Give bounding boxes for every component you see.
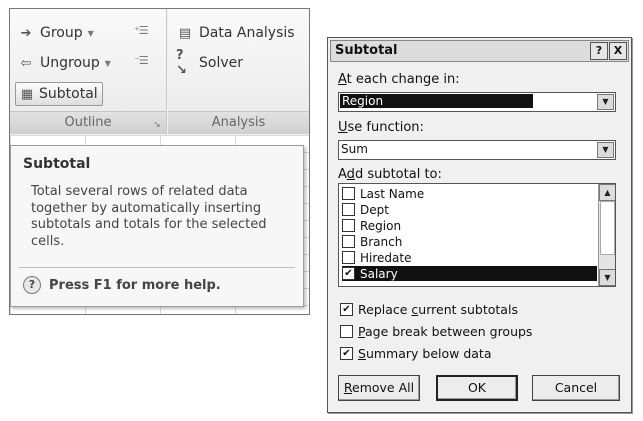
list-item-label: Dept: [360, 202, 389, 217]
subtotal-button[interactable]: ▦ Subtotal: [15, 82, 103, 106]
tooltip-body: Total several rows of related data toget…: [31, 184, 267, 249]
at-each-change-select[interactable]: Region ▼: [338, 92, 616, 112]
replace-subtotals-label: Replace current subtotals: [358, 302, 518, 317]
close-button[interactable]: X: [609, 42, 627, 60]
checkbox[interactable]: [342, 251, 355, 264]
subtotal-dialog: Subtotal ? X At each change in: Region ▼…: [327, 37, 632, 413]
outline-group-label: Outline: [10, 111, 166, 134]
chevron-down-icon[interactable]: ▼: [597, 142, 614, 158]
solver-label: Solver: [199, 55, 243, 71]
page-break-option[interactable]: Page break between groups: [340, 324, 532, 339]
checkbox[interactable]: [342, 235, 355, 248]
at-each-change-value: Region: [340, 94, 534, 108]
dialog-launcher-icon[interactable]: ↘: [152, 120, 162, 130]
use-function-value: Sum: [341, 142, 368, 156]
list-item-label: Last Name: [360, 186, 425, 201]
list-item[interactable]: Last Name: [342, 186, 597, 201]
group-arrow-icon: ➔: [20, 25, 32, 41]
use-function-select[interactable]: Sum ▼: [338, 140, 616, 160]
data-analysis-button[interactable]: ▤ Data Analysis: [176, 24, 295, 42]
scroll-down-icon[interactable]: ▼: [599, 269, 615, 286]
scroll-up-icon[interactable]: ▲: [599, 184, 615, 201]
list-scrollbar[interactable]: ▲ ▼: [598, 184, 615, 286]
data-analysis-icon: ▤: [178, 25, 192, 41]
ribbon-panel: ➔ Group ▼ ⁺☰ ⇦ Ungroup ▼ ⁻☰ ▦ Subtotal O…: [9, 8, 310, 315]
group-button[interactable]: ➔ Group ▼: [17, 24, 94, 42]
solver-button[interactable]: ?↘ Solver: [176, 48, 243, 78]
list-item[interactable]: Region: [342, 218, 597, 233]
remove-all-button[interactable]: Remove All: [338, 375, 420, 401]
cancel-button[interactable]: Cancel: [532, 375, 620, 401]
page-break-label: Page break between groups: [358, 324, 533, 339]
ungroup-arrow-icon: ⇦: [20, 55, 32, 71]
replace-subtotals-option[interactable]: ✔ Replace current subtotals: [340, 302, 518, 317]
subtotal-button-label: Subtotal: [39, 86, 98, 102]
outline-group: ➔ Group ▼ ⁺☰ ⇦ Ungroup ▼ ⁻☰ ▦ Subtotal O…: [10, 9, 167, 134]
hide-detail-icon[interactable]: ⁻☰: [134, 54, 149, 67]
checkbox-checked[interactable]: ✔: [340, 303, 353, 316]
list-item-label: Hiredate: [360, 250, 412, 265]
ok-button[interactable]: OK: [436, 375, 518, 401]
checkbox-checked[interactable]: ✔: [340, 347, 353, 360]
checkbox[interactable]: [340, 325, 353, 338]
list-item-label: Salary: [360, 266, 398, 281]
chevron-down-icon: ▼: [87, 28, 94, 38]
add-subtotal-label: Add subtotal to:: [338, 167, 442, 182]
checkbox[interactable]: [342, 203, 355, 216]
list-item[interactable]: ✔ Salary: [342, 266, 597, 281]
ungroup-button[interactable]: ⇦ Ungroup ▼: [17, 54, 111, 72]
tooltip-divider: [19, 267, 295, 268]
analysis-group-label: Analysis: [168, 111, 309, 134]
tooltip-help: ? Press F1 for more help.: [23, 276, 221, 294]
list-item[interactable]: Branch: [342, 234, 597, 249]
at-each-change-label: At each change in:: [338, 72, 460, 87]
use-function-label: Use function:: [338, 120, 424, 135]
subtotal-tooltip: Subtotal Total several rows of related d…: [10, 145, 304, 307]
show-detail-icon[interactable]: ⁺☰: [134, 24, 149, 37]
summary-below-label: Summary below data: [358, 346, 492, 361]
list-item-label: Region: [360, 218, 402, 233]
chevron-down-icon[interactable]: ▼: [597, 94, 614, 110]
data-analysis-label: Data Analysis: [199, 25, 295, 41]
checkbox-checked[interactable]: ✔: [342, 267, 355, 280]
group-button-label: Group: [40, 25, 83, 41]
ungroup-button-label: Ungroup: [40, 55, 100, 71]
list-item-label: Branch: [360, 234, 403, 249]
checkbox[interactable]: [342, 187, 355, 200]
add-subtotal-list[interactable]: Last Name Dept Region Branch Hiredate ✔ …: [338, 183, 616, 287]
tooltip-title: Subtotal: [23, 156, 91, 172]
help-button[interactable]: ?: [590, 42, 608, 60]
checkbox[interactable]: [342, 219, 355, 232]
list-item[interactable]: Dept: [342, 202, 597, 217]
dialog-titlebar[interactable]: Subtotal ? X: [330, 40, 629, 62]
solver-icon: ?↘: [176, 48, 187, 78]
list-item[interactable]: Hiredate: [342, 250, 597, 265]
summary-below-option[interactable]: ✔ Summary below data: [340, 346, 491, 361]
scroll-thumb[interactable]: [600, 201, 615, 255]
analysis-group: ▤ Data Analysis ?↘ Solver Analysis: [168, 9, 309, 134]
subtotal-icon: ▦: [20, 86, 34, 102]
tooltip-help-text: Press F1 for more help.: [49, 277, 221, 293]
chevron-down-icon: ▼: [104, 58, 111, 68]
dialog-title: Subtotal: [335, 43, 398, 58]
help-icon: ?: [23, 276, 41, 294]
